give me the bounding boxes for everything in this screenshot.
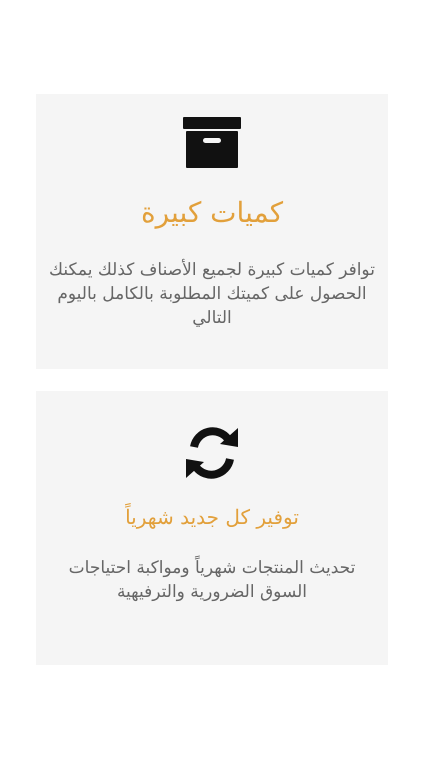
card-title: كميات كبيرة [140,196,284,229]
feature-card-monthly-new: توفير كل جديد شهرياً تحديث المنتجات شهري… [36,391,388,665]
card-title: توفير كل جديد شهرياً [125,505,299,529]
card-description: توافر كميات كبيرة لجميع الأصناف كذلك يمك… [49,260,375,328]
archive-box-icon [183,117,241,168]
feature-card-large-quantities: كميات كبيرة توافر كميات كبيرة لجميع الأص… [36,94,388,369]
refresh-arrows-icon [186,427,238,479]
card-description: تحديث المنتجات شهرياً ومواكبة احتياجات ا… [68,558,356,602]
